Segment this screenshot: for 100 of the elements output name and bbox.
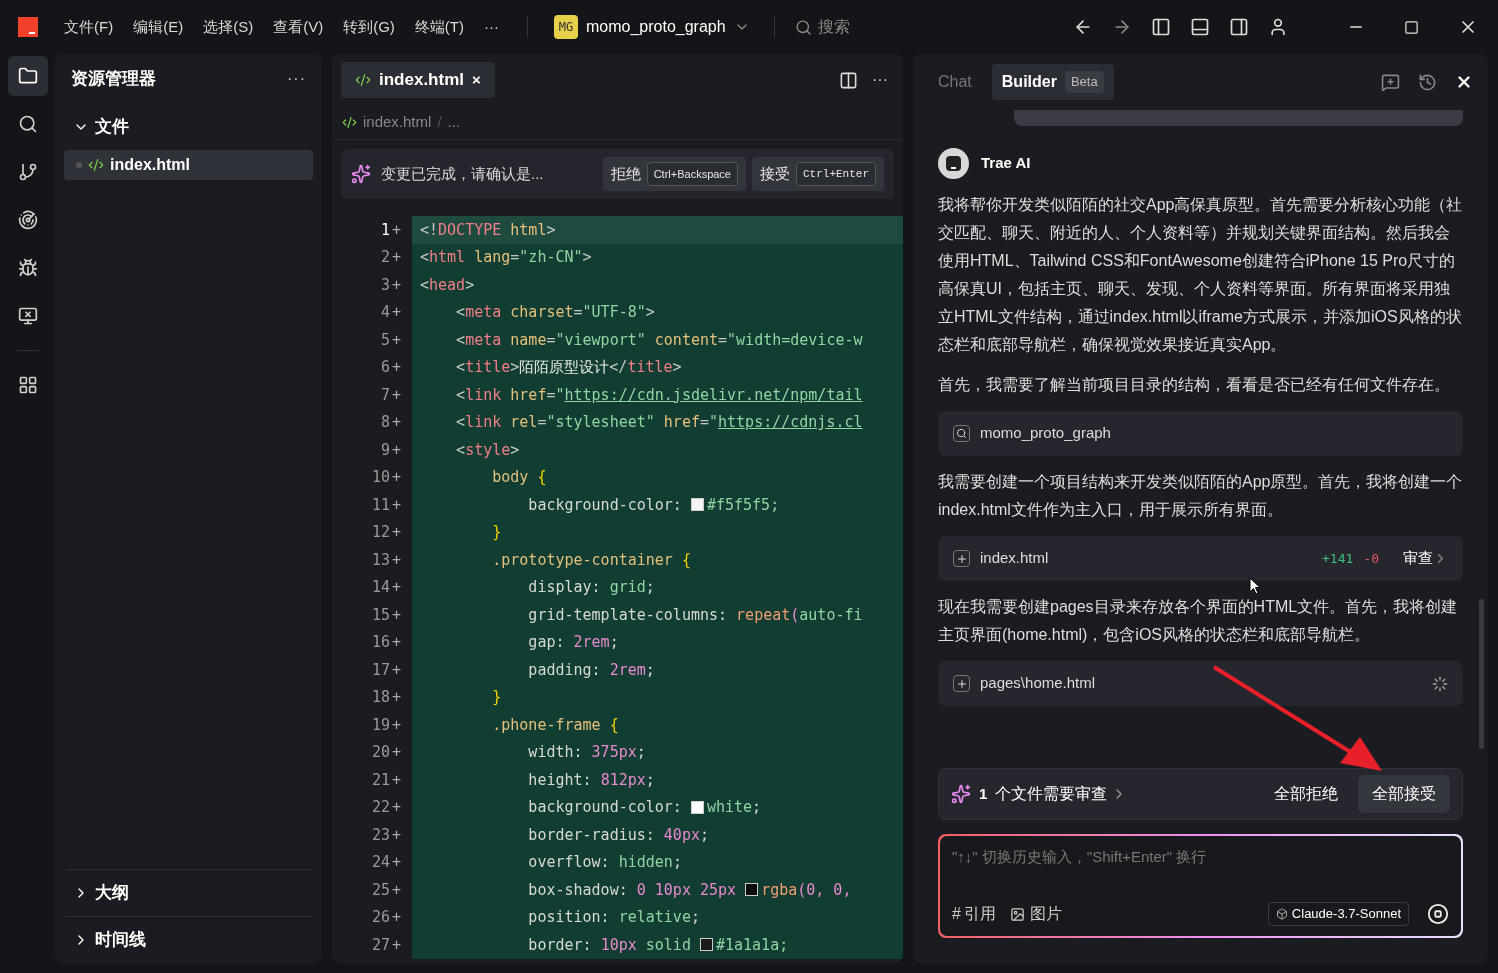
review-files-link[interactable]: 个文件需要审查 [995, 782, 1128, 806]
line-number: 5 [379, 329, 390, 351]
file-item[interactable]: index.html [64, 150, 313, 180]
menu-item[interactable]: 终端(T) [414, 15, 464, 39]
message-text: 我需要创建一个项目结构来开发类似陌陌的App原型。首先，我将创建一个index.html文件作为主入口，用于展示所有界面。 [938, 472, 1463, 520]
image-button[interactable]: 图片 [1009, 902, 1062, 926]
line-number: 12 [370, 522, 390, 543]
chat-input[interactable]: "↑↓" 切换历史输入，"Shift+Enter" 换行 # 引用 图片 Claude-3.7-Sonnet [940, 836, 1461, 936]
new-chat-icon[interactable] [1381, 72, 1400, 92]
avatar-icon [938, 148, 969, 179]
added-line-marker: + [391, 769, 403, 791]
added-line-marker: + [391, 714, 403, 736]
menu-item[interactable]: 文件(F) [64, 15, 114, 39]
line-number: 4 [379, 302, 390, 323]
breadcrumb-separator: / [437, 112, 442, 133]
search-icon [953, 425, 970, 442]
line-number: 1 [379, 219, 390, 241]
stop-icon[interactable] [1427, 903, 1449, 925]
history-icon[interactable] [1418, 72, 1437, 92]
reject-button[interactable]: 拒绝 Ctrl+Backspace [602, 157, 746, 191]
accept-all-button[interactable]: 全部接受 [1358, 775, 1450, 813]
removed-count: -0 [1363, 549, 1379, 568]
reject-all-button[interactable]: 全部拒绝 [1262, 775, 1350, 813]
code-file-icon [88, 157, 104, 173]
bottom-panel-icon[interactable] [1190, 17, 1210, 37]
line-number: 24 [370, 852, 390, 873]
file-card[interactable]: pages\home.html [938, 661, 1463, 706]
search-field[interactable]: 搜索 [794, 15, 995, 39]
added-line-marker: + [391, 934, 403, 956]
menu-item[interactable]: 查看(V) [273, 15, 324, 39]
sparkle-icon [951, 784, 971, 804]
menu-item[interactable]: 选择(S) [203, 15, 254, 39]
search-icon [17, 114, 38, 134]
chat-tab[interactable]: Chat [928, 64, 982, 100]
message-text: 首先，我需要了解当前项目目录的结构，看看是否已经有任何文件存在。 [938, 375, 1451, 395]
review-link[interactable]: 审查 [1403, 547, 1448, 570]
added-line-marker: + [391, 824, 403, 846]
git-icon [17, 162, 38, 182]
outline-section[interactable]: 大纲 [65, 870, 137, 916]
menu-item[interactable]: ··· [484, 15, 499, 39]
message-text: 现在我需要创建pages目录来存放各个界面的HTML文件。首先，我将创建主页界面(home.html)，包含iOS风格的状态栏和底部导航栏。 [938, 597, 1459, 645]
breadcrumb-item[interactable]: index.html [363, 111, 432, 134]
maximize-icon[interactable] [1404, 19, 1419, 35]
files-button[interactable] [7, 56, 48, 96]
code-file-icon [355, 72, 371, 88]
line-number: 18 [370, 687, 390, 708]
outline-section[interactable]: 时间线 [65, 917, 154, 963]
line-number: 20 [370, 742, 390, 763]
more-button[interactable]: ··· [872, 68, 888, 92]
extensions-icon [17, 375, 38, 395]
left-panel-icon[interactable] [1151, 17, 1171, 37]
cube-icon [1275, 908, 1288, 920]
plus-icon [953, 550, 970, 567]
close-icon[interactable] [1455, 73, 1473, 91]
model-selector[interactable]: Claude-3.7-Sonnet [1267, 902, 1409, 926]
project-badge: MG [554, 15, 578, 39]
added-line-marker: + [391, 384, 403, 406]
folder-section[interactable]: 文件 [55, 104, 322, 150]
chat-tab[interactable]: Builder Beta [991, 64, 1114, 100]
accept-button[interactable]: 接受 Ctrl+Enter [752, 157, 884, 191]
sparkle-icon [351, 164, 371, 184]
menu-item[interactable]: 编辑(E) [133, 15, 184, 39]
line-number: 3 [379, 274, 390, 296]
file-name: pages\home.html [980, 673, 1096, 694]
project-name[interactable]: momo_proto_graph [586, 15, 726, 39]
line-number: 27 [370, 934, 390, 956]
change-message: 变更已完成，请确认是... [381, 163, 544, 184]
editor-tab[interactable]: index.html × [341, 62, 495, 98]
line-number: 8 [379, 412, 390, 433]
added-line-marker: + [391, 687, 403, 708]
search-result-card[interactable]: momo_proto_graph [938, 411, 1463, 456]
added-line-marker: + [391, 247, 403, 268]
added-line-marker: + [391, 274, 403, 296]
line-number: 6 [379, 357, 390, 378]
added-line-marker: + [391, 302, 403, 323]
review-count: 1 [979, 783, 988, 804]
code-file-icon [342, 115, 357, 130]
reference-button[interactable]: # 引用 [952, 902, 996, 926]
added-line-marker: + [391, 522, 403, 543]
file-card[interactable]: index.html +141 -0 审查 [938, 536, 1463, 581]
menu-item[interactable]: 转到(G) [343, 15, 395, 39]
added-line-marker: + [391, 632, 403, 653]
added-line-marker: + [391, 494, 403, 516]
line-number: 14 [370, 577, 390, 598]
file-name: index.html [980, 548, 1049, 569]
line-number: 26 [370, 907, 390, 928]
author-name: Trae AI [981, 153, 1031, 174]
split-editor-icon[interactable] [839, 70, 858, 90]
more-button[interactable]: ··· [287, 67, 306, 91]
breadcrumb-item[interactable]: ... [447, 111, 461, 134]
added-line-marker: + [391, 604, 403, 626]
image-icon [1009, 906, 1025, 922]
line-number: 19 [370, 714, 390, 736]
line-number: 7 [379, 384, 390, 406]
added-line-marker: + [391, 329, 403, 351]
added-line-marker: + [391, 467, 403, 488]
line-number: 25 [370, 879, 390, 901]
plus-icon [953, 675, 970, 692]
right-panel-icon[interactable] [1229, 17, 1249, 37]
account-icon[interactable] [1268, 17, 1288, 37]
